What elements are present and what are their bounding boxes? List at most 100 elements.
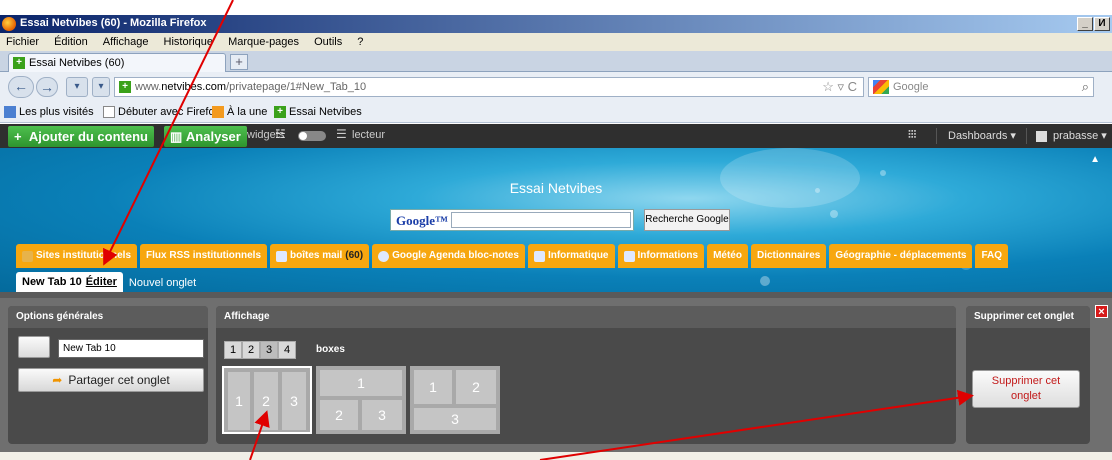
subtab-new-tab-10[interactable]: New Tab 10 Éditer: [16, 272, 123, 292]
menu-help[interactable]: ?: [351, 33, 369, 48]
window-title: Essai Netvibes (60) - Mozilla Firefox: [20, 17, 207, 29]
user-menu[interactable]: prabasse ▾: [1053, 129, 1107, 142]
tab-informatique[interactable]: Informatique: [527, 244, 615, 268]
collapse-header-icon[interactable]: ▲: [1090, 154, 1100, 165]
google-search-button[interactable]: Recherche Google: [644, 209, 730, 231]
avatar: [1036, 131, 1047, 142]
site-title: Essai Netvibes: [509, 180, 603, 196]
menu-bar: Fichier Édition Affichage Historique Mar…: [0, 33, 1112, 51]
tab-dictionnaires[interactable]: Dictionnaires: [750, 244, 827, 268]
tab-informations[interactable]: Informations: [617, 244, 705, 268]
columns-1[interactable]: 1: [224, 341, 242, 359]
column-selector: 1 2 3 4: [224, 341, 296, 359]
bookmark-icon: [4, 106, 16, 118]
add-content-button[interactable]: + Ajouter du contenu: [8, 126, 154, 147]
search-icon[interactable]: ⌕: [1082, 79, 1089, 95]
search-icon: [378, 250, 390, 262]
new-subtab-link[interactable]: Nouvel onglet: [123, 277, 204, 292]
tab-flux-rss[interactable]: Flux RSS institutionnels: [140, 244, 268, 268]
minimize-button[interactable]: _: [1077, 17, 1093, 31]
bookmarks-bar: Les plus visités Débuter avec Firefox À …: [0, 103, 1112, 123]
general-options-title: Options générales: [8, 306, 208, 328]
bookmark-essai-netvibes[interactable]: + Essai Netvibes: [274, 106, 362, 118]
menu-historique[interactable]: Historique: [158, 33, 220, 48]
tab-faq[interactable]: FAQ: [975, 244, 1009, 268]
layout-cell: 3: [282, 372, 306, 430]
dashboards-menu[interactable]: Dashboards ▾: [948, 129, 1016, 142]
share-arrow-icon: ➦: [52, 373, 63, 387]
layout-cell: 3: [362, 400, 402, 430]
url-text: www.netvibes.com/privatepage/1#New_Tab_1…: [135, 81, 367, 93]
layout-cell: 2: [320, 400, 358, 430]
url-bar[interactable]: + www.netvibes.com/privatepage/1#New_Tab…: [114, 77, 864, 97]
layout-one-top-two-bottom[interactable]: 1 2 3: [316, 366, 406, 434]
search-bar[interactable]: Google ⌕: [868, 77, 1094, 97]
list-view-icon: ☰: [336, 127, 347, 141]
plus-icon: +: [14, 129, 29, 144]
layout-cell: 3: [414, 408, 496, 430]
tab-icon: [22, 250, 33, 262]
bookmark-getting-started[interactable]: Débuter avec Firefox: [103, 106, 220, 118]
new-tab-button[interactable]: +: [230, 54, 248, 70]
google-search-box: Google™: [390, 209, 634, 231]
layout-three-columns[interactable]: 1 2 3: [222, 366, 312, 434]
google-engine-icon[interactable]: [873, 80, 889, 94]
divider: [1026, 128, 1027, 144]
layout-cell: 1: [414, 370, 452, 404]
dashboard-header: Essai Netvibes Google™ Recherche Google …: [0, 148, 1112, 292]
restore-button[interactable]: И: [1094, 17, 1110, 31]
view-toggle[interactable]: [298, 131, 326, 141]
tab-geographie[interactable]: Géographie - déplacements: [829, 244, 973, 268]
menu-outils[interactable]: Outils: [308, 33, 348, 48]
bookmark-headlines[interactable]: À la une: [212, 106, 267, 118]
columns-2[interactable]: 2: [242, 341, 260, 359]
layout-two-top-one-bottom[interactable]: 1 2 3: [410, 366, 500, 434]
unread-count: (60): [345, 250, 364, 261]
browser-tab-strip: + Essai Netvibes (60) +: [0, 51, 1112, 72]
tab-boites-mail[interactable]: boîtes mail (60): [270, 244, 370, 268]
menu-fichier[interactable]: Fichier: [0, 33, 45, 48]
google-logo: Google™: [396, 213, 448, 228]
mail-icon: [276, 250, 288, 262]
tab-google-agenda[interactable]: Google Agenda bloc-notes: [372, 244, 525, 268]
search-placeholder: Google: [893, 81, 929, 93]
boxes-label: boxes: [316, 344, 345, 355]
tab-sites-institutionnels[interactable]: Sites institutionnels: [16, 244, 138, 268]
settings-sliders-icon[interactable]: ⫶⫶⫶: [908, 129, 916, 142]
navigation-bar: ← → ▾ ▾ + www.netvibes.com/privatepage/1…: [0, 72, 1112, 103]
menu-marque-pages[interactable]: Marque-pages: [222, 33, 305, 48]
edit-tab-link[interactable]: Éditer: [86, 272, 117, 292]
layout-cell: 1: [228, 372, 250, 430]
netvibes-icon: +: [274, 106, 286, 118]
page-bottom: [0, 452, 1112, 460]
dashboard-tabs: Sites institutionnels Flux RSS instituti…: [16, 244, 1009, 268]
back-button[interactable]: ←: [8, 76, 34, 98]
reader-label: lecteur: [352, 129, 386, 141]
sub-tabs: New Tab 10 Éditer Nouvel onglet: [16, 272, 204, 292]
forward-button[interactable]: →: [36, 77, 58, 97]
menu-edition[interactable]: Édition: [48, 33, 94, 48]
page-icon: [103, 106, 115, 118]
menu-affichage[interactable]: Affichage: [97, 33, 155, 48]
star-icon[interactable]: ☆ ▿ C: [822, 79, 857, 95]
identity-button[interactable]: ▾: [66, 77, 88, 97]
window-titlebar: Essai Netvibes (60) - Mozilla Firefox _ …: [0, 15, 1112, 33]
divider: [936, 128, 937, 144]
tab-name-input[interactable]: New Tab 10: [58, 339, 204, 358]
columns-3[interactable]: 3: [260, 341, 278, 359]
tab-meteo[interactable]: Météo: [707, 244, 748, 268]
bookmark-most-visited[interactable]: Les plus visités: [4, 106, 94, 118]
browser-tab[interactable]: + Essai Netvibes (60): [8, 53, 226, 72]
netvibes-favicon: +: [13, 57, 25, 69]
delete-tab-button[interactable]: Supprimer cet onglet: [972, 370, 1080, 408]
google-search-input[interactable]: [451, 212, 631, 228]
analyse-button[interactable]: ▥ Analyser: [164, 126, 247, 147]
close-panel-icon[interactable]: ×: [1095, 305, 1108, 318]
display-title: Affichage: [216, 306, 956, 328]
share-tab-button[interactable]: ➦ Partager cet onglet: [18, 368, 204, 392]
layout-cell: 1: [320, 370, 402, 396]
tab-icon-picker[interactable]: [18, 336, 50, 358]
history-dropdown[interactable]: ▾: [92, 77, 110, 97]
site-icon: +: [119, 81, 131, 93]
columns-4[interactable]: 4: [278, 341, 296, 359]
